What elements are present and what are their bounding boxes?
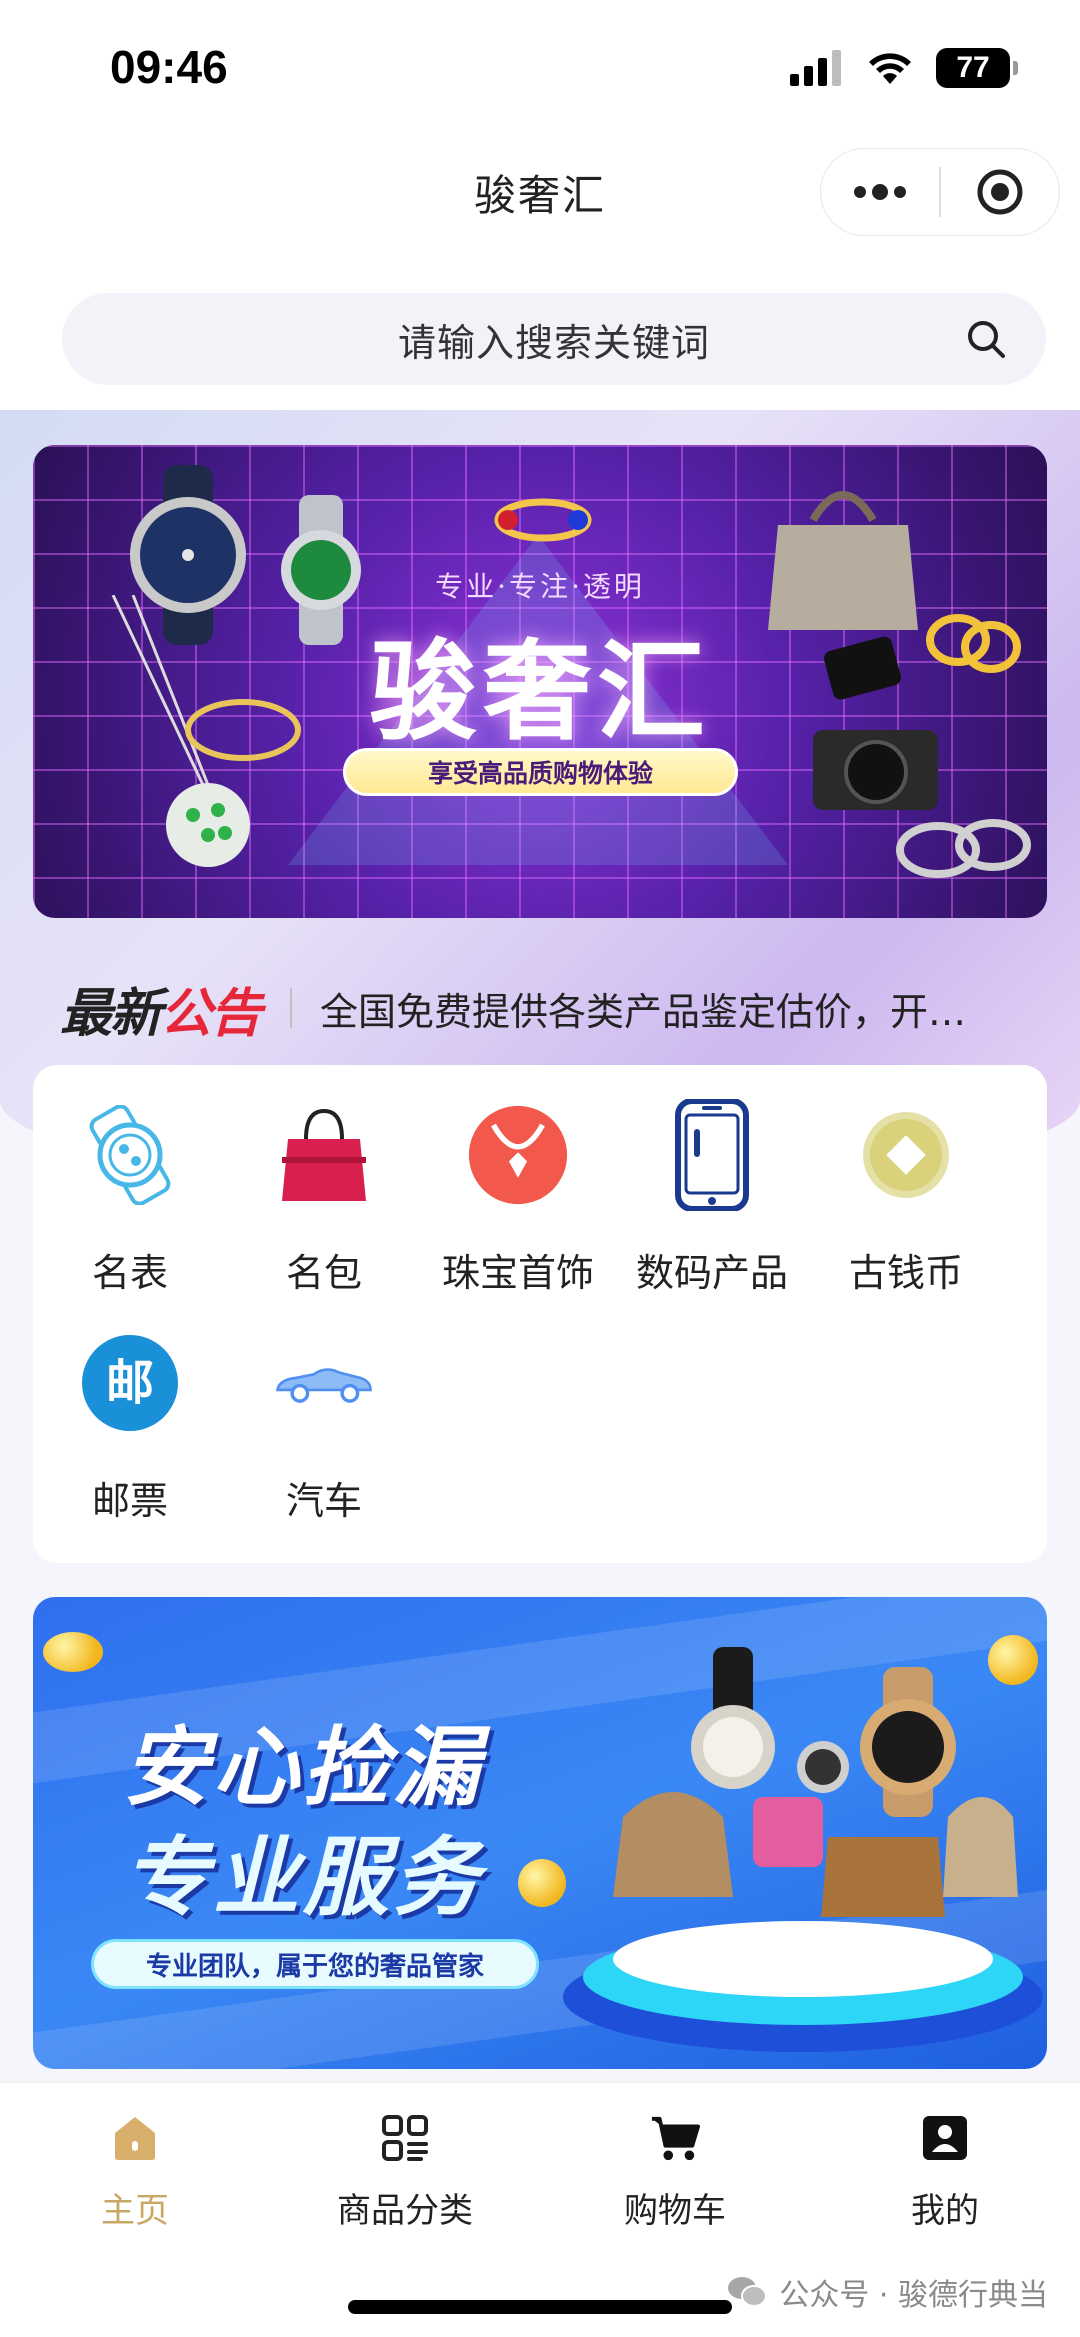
tab-home[interactable]: 主页 xyxy=(35,2113,235,2243)
announcement-logo: 最新公告 xyxy=(60,971,262,1046)
tab-profile[interactable]: 我的 xyxy=(845,2113,1045,2243)
category-label: 名包 xyxy=(285,1251,362,1295)
stamp-icon: 邮 xyxy=(82,1335,178,1431)
gold-coin-decoration xyxy=(43,1632,103,1672)
coin-icon xyxy=(863,1112,949,1198)
banner-slogan: 专业团队，属于您的奢品管家 xyxy=(91,1939,539,1989)
announcement-logo-part1: 最新 xyxy=(60,983,162,1044)
announcement-bar[interactable]: 最新公告 全国免费提供各类产品鉴定估价，开… xyxy=(60,968,1050,1048)
status-time: 09:46 xyxy=(110,41,228,93)
category-item-watches[interactable]: 名表 xyxy=(33,1065,227,1295)
category-label: 珠宝首饰 xyxy=(441,1251,594,1295)
announcement-divider xyxy=(290,988,293,1028)
tab-categories[interactable]: 商品分类 xyxy=(305,2113,505,2243)
svg-text:邮: 邮 xyxy=(106,1355,154,1411)
tab-label: 主页 xyxy=(101,2191,169,2231)
more-dots-icon xyxy=(854,184,907,200)
wifi-icon xyxy=(869,53,911,84)
grid-icon xyxy=(382,2115,428,2161)
category-item-jewelry[interactable]: 珠宝首饰 xyxy=(421,1065,615,1295)
signal-icon xyxy=(790,50,841,86)
battery-indicator: 77 xyxy=(936,48,1018,88)
category-item-cars[interactable]: 汽车 xyxy=(227,1293,421,1523)
search-placeholder: 请输入搜索关键词 xyxy=(397,320,710,365)
category-label: 邮票 xyxy=(91,1479,168,1523)
banner-headline-1: 安心捡漏 xyxy=(123,1718,483,1818)
category-grid: 名表 名包 珠宝首饰 数码产品 古钱币 邮 邮票 汽车 xyxy=(33,1065,1047,1563)
announcement-text: 全国免费提供各类产品鉴定估价，开… xyxy=(320,989,967,1034)
watermark-text: 公众号 · 骏德行典当 xyxy=(779,2278,1048,2313)
tab-label: 我的 xyxy=(911,2191,979,2231)
promo-banner-bottom[interactable]: 安心捡漏 专业服务 专业团队，属于您的奢品管家 xyxy=(33,1597,1047,2069)
category-item-digital[interactable]: 数码产品 xyxy=(615,1065,809,1295)
category-item-bags[interactable]: 名包 xyxy=(227,1065,421,1295)
category-item-stamps[interactable]: 邮 邮票 xyxy=(33,1293,227,1523)
profile-icon xyxy=(923,2116,967,2160)
cart-icon xyxy=(651,2116,700,2161)
tab-label: 购物车 xyxy=(624,2191,726,2231)
close-miniprogram-button[interactable] xyxy=(941,149,1059,235)
banner-tagline: 专业·专注·透明 xyxy=(435,570,645,603)
promo-banner-top[interactable]: 专业·专注·透明 骏奢汇 享受高品质购物体验 xyxy=(33,445,1047,918)
category-item-coins[interactable]: 古钱币 xyxy=(809,1065,1003,1295)
search-icon[interactable] xyxy=(966,319,1006,359)
banner-headline-2: 专业服务 xyxy=(123,1828,483,1928)
tab-label: 商品分类 xyxy=(337,2191,473,2231)
category-label: 古钱币 xyxy=(848,1251,963,1295)
category-label: 汽车 xyxy=(285,1479,362,1523)
luxury-goods-illustration xyxy=(613,1647,1018,1917)
banner-slogan: 享受高品质购物体验 xyxy=(343,748,738,796)
home-icon xyxy=(115,2117,155,2160)
announcement-logo-part2: 公告 xyxy=(160,983,262,1044)
more-button[interactable] xyxy=(821,149,939,235)
home-indicator xyxy=(348,2300,732,2314)
nav-header: 骏奢汇 xyxy=(0,140,1080,270)
miniprogram-capsule xyxy=(820,148,1060,236)
target-icon xyxy=(977,169,1023,215)
ring-illustration xyxy=(494,498,592,542)
search-input[interactable]: 请输入搜索关键词 xyxy=(62,293,1046,385)
tab-cart[interactable]: 购物车 xyxy=(575,2113,775,2243)
category-label: 名表 xyxy=(91,1251,168,1295)
rings-pair-illustration xyxy=(896,819,1031,878)
category-label: 数码产品 xyxy=(635,1251,788,1295)
handbag-icon xyxy=(282,1108,366,1201)
search-section: 请输入搜索关键词 xyxy=(0,270,1080,410)
watch-icon xyxy=(89,1105,171,1205)
wechat-icon xyxy=(728,2277,768,2307)
wechat-watermark: 公众号 · 骏德行典当 xyxy=(727,2270,1048,2314)
banner-brand-title: 骏奢汇 xyxy=(368,629,711,755)
car-icon xyxy=(275,1368,372,1403)
phone-icon xyxy=(675,1099,749,1211)
status-bar: 09:46 77 xyxy=(0,0,1080,140)
status-icons: 77 xyxy=(790,48,1018,88)
necklace-icon xyxy=(468,1105,568,1205)
